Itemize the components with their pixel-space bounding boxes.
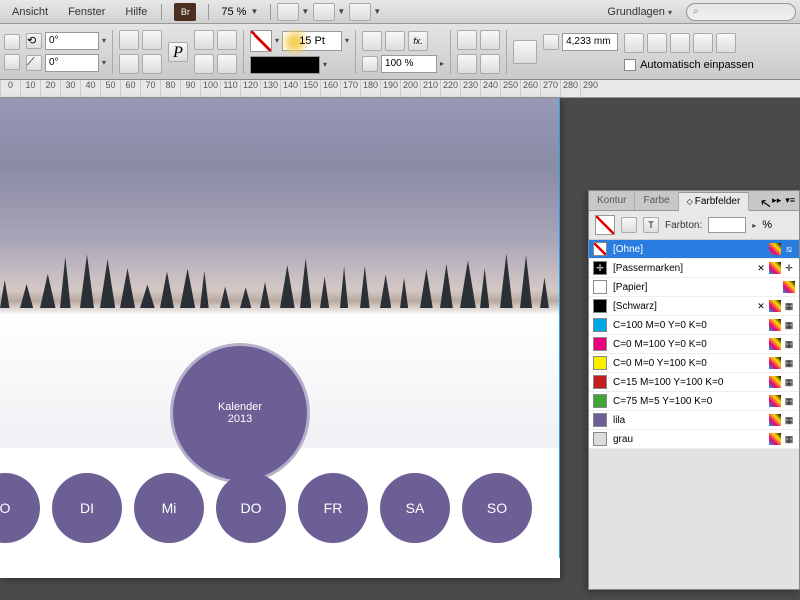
colormode-icon [769, 433, 781, 445]
fill-prop-icon[interactable] [716, 33, 736, 53]
colormode-icon [769, 300, 781, 312]
swatch-list: [Ohne]⧅[Passermarken]✕✛[Papier][Schwarz]… [589, 240, 799, 449]
day-circle: SA [380, 473, 450, 543]
fx-button[interactable] [362, 31, 382, 51]
tint-unit: % [762, 219, 772, 231]
swatch-row[interactable]: C=100 M=0 Y=0 K=0▦ [589, 316, 799, 335]
frame-fit-icon[interactable] [513, 40, 537, 64]
colormode-icon [769, 376, 781, 388]
ref-point[interactable] [4, 34, 20, 50]
stroke-weight[interactable]: 15 Pt [282, 31, 342, 51]
opacity-field[interactable]: 100 % [381, 55, 437, 73]
day-circles-row: ODIMiDOFRSASO [0, 473, 532, 543]
swatch-row[interactable]: [Passermarken]✕✛ [589, 259, 799, 278]
day-circle: Mi [134, 473, 204, 543]
menu-bar: Ansicht Fenster Hilfe Br 75 %▼ ▼ ▼ ▼ Gru… [0, 0, 800, 24]
swatches-panel: Kontur Farbe Farbfelder ▸▸▾≡ T Farbton: … [588, 190, 800, 590]
tab-farbe[interactable]: Farbe [635, 191, 678, 210]
trees-silhouette [0, 248, 560, 308]
autofit-label: Automatisch einpassen [640, 59, 754, 71]
view-mode-1[interactable] [277, 3, 299, 21]
swatch-row[interactable]: C=0 M=0 Y=100 K=0▦ [589, 354, 799, 373]
title-circle: Kalender 2013 [170, 343, 310, 483]
colormode-icon [769, 357, 781, 369]
autofit-checkbox[interactable] [624, 59, 636, 71]
opacity-icon [362, 56, 378, 72]
select-content-icon[interactable] [217, 30, 237, 50]
fill-stroke-proxy[interactable] [595, 215, 615, 235]
tab-farbfelder[interactable]: Farbfelder [679, 192, 750, 211]
tab-kontur[interactable]: Kontur [589, 191, 635, 210]
fit-content-icon[interactable] [624, 33, 644, 53]
swatch-row[interactable]: grau▦ [589, 430, 799, 449]
stroke-swatch[interactable] [250, 30, 272, 52]
panel-collapse-icon[interactable]: ▸▸ [772, 195, 781, 206]
arrange-button[interactable] [349, 3, 371, 21]
shear-field[interactable]: 0° [45, 54, 99, 72]
day-circle: DO [216, 473, 286, 543]
flip-v-icon[interactable] [142, 54, 162, 74]
fx-text[interactable]: fx. [408, 31, 428, 51]
colormode-icon [783, 281, 795, 293]
text-wrap-2[interactable] [480, 30, 500, 50]
day-circle: SO [462, 473, 532, 543]
colormode-icon [769, 414, 781, 426]
swatch-row[interactable]: C=0 M=100 Y=0 K=0▦ [589, 335, 799, 354]
page: Kalender 2013 ODIMiDOFRSASO [0, 98, 560, 578]
paragraph-icon[interactable]: P [168, 42, 188, 62]
panel-menu-icon[interactable]: ▾≡ [785, 195, 795, 206]
flip-h-icon[interactable] [119, 54, 139, 74]
rotate-cw-icon[interactable] [119, 30, 139, 50]
ref-point-2[interactable] [4, 54, 20, 70]
tint-label: Farbton: [665, 220, 702, 231]
text-wrap-1[interactable] [457, 30, 477, 50]
colormode-icon [769, 262, 781, 274]
day-circle: FR [298, 473, 368, 543]
day-circle: DI [52, 473, 122, 543]
colormode-icon [769, 319, 781, 331]
control-panel: ⟲0°▾ ⟋0°▾ P ▾15 Pt▾ ▾ fx.100 %▸ 4,233 mm… [0, 24, 800, 80]
colormode-icon [769, 243, 781, 255]
bridge-button[interactable]: Br [174, 3, 196, 21]
rotation-field[interactable]: 0° [45, 32, 99, 50]
swatch-row[interactable]: lila▦ [589, 411, 799, 430]
swatch-row[interactable]: [Papier] [589, 278, 799, 297]
shear-icon: ⟋ [26, 55, 42, 71]
select-next-icon[interactable] [217, 54, 237, 74]
fit-prop-icon[interactable] [693, 33, 713, 53]
text-formatting-icon[interactable]: T [643, 217, 659, 233]
colormode-icon [769, 395, 781, 407]
swatch-row[interactable]: C=75 M=5 Y=100 K=0▦ [589, 392, 799, 411]
rotate-ccw-icon[interactable] [142, 30, 162, 50]
dimension-field[interactable]: 4,233 mm [562, 33, 618, 51]
menu-view[interactable]: Ansicht [4, 4, 56, 20]
view-mode-2[interactable] [313, 3, 335, 21]
search-input[interactable]: ⌕ [686, 3, 796, 21]
select-container-icon[interactable] [194, 30, 214, 50]
drop-shadow-icon[interactable] [385, 31, 405, 51]
day-circle: O [0, 473, 40, 543]
rotate-icon: ⟲ [26, 33, 42, 49]
zoom-level[interactable]: 75 %▼ [215, 4, 264, 20]
swatch-row[interactable]: [Schwarz]✕▦ [589, 297, 799, 316]
bleed-guide [555, 98, 560, 558]
fit-frame-icon[interactable] [647, 33, 667, 53]
swatch-row[interactable]: [Ohne]⧅ [589, 240, 799, 259]
center-content-icon[interactable] [670, 33, 690, 53]
horizontal-ruler[interactable]: 0102030405060708090100110120130140150160… [0, 80, 800, 98]
container-formatting-icon[interactable] [621, 217, 637, 233]
workspace-selector[interactable]: Grundlagen ▾ [597, 4, 682, 20]
menu-window[interactable]: Fenster [60, 4, 113, 20]
swatch-row[interactable]: C=15 M=100 Y=100 K=0▦ [589, 373, 799, 392]
tint-field[interactable] [708, 217, 746, 233]
colormode-icon [769, 338, 781, 350]
fill-swatch[interactable] [250, 56, 320, 74]
menu-help[interactable]: Hilfe [117, 4, 155, 20]
text-wrap-3[interactable] [457, 54, 477, 74]
gap-icon [543, 34, 559, 50]
select-prev-icon[interactable] [194, 54, 214, 74]
text-wrap-options[interactable] [480, 54, 500, 74]
